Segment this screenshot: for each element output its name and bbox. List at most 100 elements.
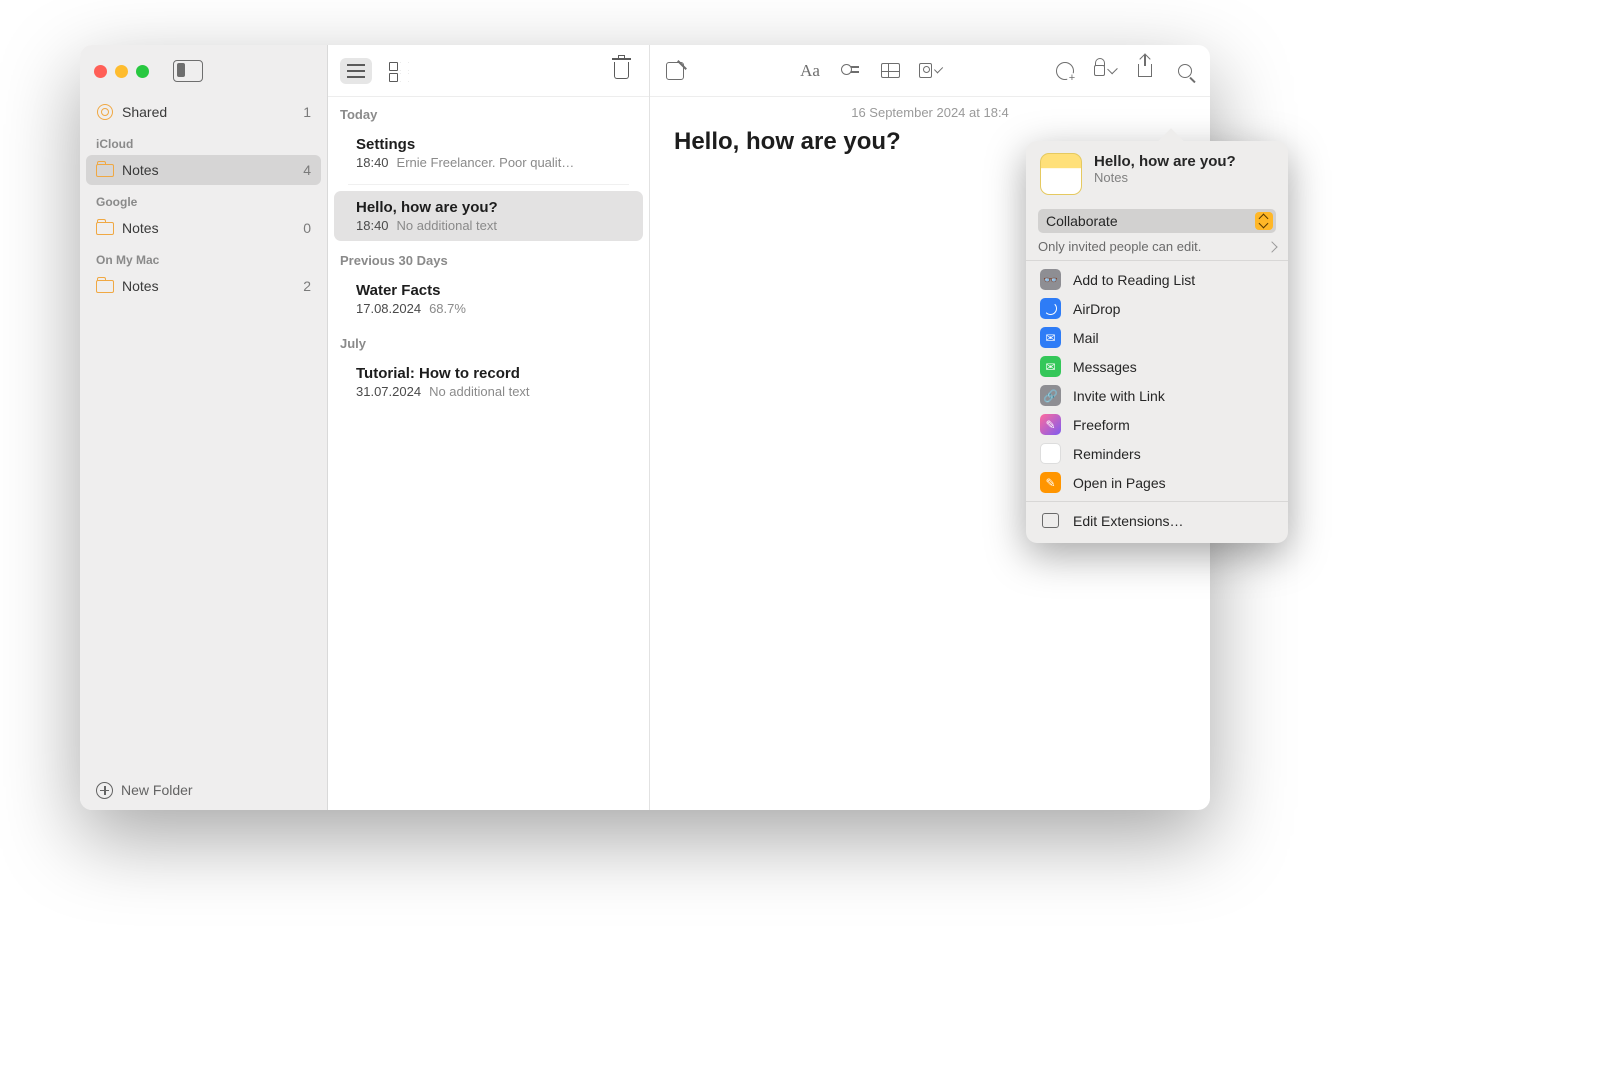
link-button[interactable] [1054, 60, 1076, 82]
sidebar-section-header: On My Mac [80, 243, 327, 271]
airdrop-icon [1040, 298, 1061, 319]
notelist-item-meta: 18:40No additional text [356, 218, 621, 233]
new-folder-button[interactable]: New Folder [80, 770, 327, 810]
collaborate-mode-select[interactable]: Collaborate [1038, 209, 1276, 233]
permissions-label: Only invited people can edit. [1038, 239, 1201, 254]
notelist-item[interactable]: Settings 18:40Ernie Freelancer. Poor qua… [334, 128, 643, 178]
grid-icon [389, 62, 407, 80]
trash-icon [614, 62, 629, 79]
sidebar-item-label: Notes [122, 220, 159, 236]
notelist-section-header: July [328, 326, 649, 355]
close-window-button[interactable] [94, 65, 107, 78]
notelist-item-meta: 18:40Ernie Freelancer. Poor qualit… [356, 155, 621, 170]
link-icon [1056, 62, 1074, 80]
delete-note-button[interactable] [605, 58, 637, 84]
sidebar-onmymac-notes[interactable]: Notes 2 [80, 271, 327, 301]
notes-window: Shared 1 iCloud Notes 4 Google Notes 0 O… [80, 45, 1210, 810]
freeform-icon: ✎ [1040, 414, 1061, 435]
link-icon: 🔗 [1040, 385, 1061, 406]
sidebar-item-count: 2 [303, 278, 311, 294]
share-mail[interactable]: ✉Mail [1026, 323, 1288, 352]
minimize-window-button[interactable] [115, 65, 128, 78]
share-invite-link[interactable]: 🔗Invite with Link [1026, 381, 1288, 410]
note-date: 16 September 2024 at 18:4 [650, 97, 1210, 124]
share-reminders[interactable]: ☰Reminders [1026, 439, 1288, 468]
notelist-item-title: Tutorial: How to record [356, 365, 621, 382]
media-button[interactable] [919, 60, 941, 82]
collaborate-mode-label: Collaborate [1046, 213, 1118, 229]
share-messages[interactable]: ✉Messages [1026, 352, 1288, 381]
folder-icon [96, 161, 114, 179]
share-freeform[interactable]: ✎Freeform [1026, 410, 1288, 439]
table-icon [881, 63, 900, 78]
notelist-item-meta: 17.08.202468.7% [356, 301, 621, 316]
sidebar-google-notes[interactable]: Notes 0 [80, 213, 327, 243]
view-grid-button[interactable] [382, 58, 414, 84]
edit-extensions[interactable]: Edit Extensions… [1026, 506, 1288, 535]
shared-icon [96, 103, 114, 121]
divider [1026, 260, 1288, 261]
share-button[interactable] [1134, 60, 1156, 82]
media-icon [919, 63, 932, 78]
sidebar-shared[interactable]: Shared 1 [80, 97, 327, 127]
divider [1026, 501, 1288, 502]
sidebar-item-label: Notes [122, 162, 159, 178]
sidebar-icloud-notes[interactable]: Notes 4 [86, 155, 321, 185]
share-reading-list[interactable]: 👓Add to Reading List [1026, 265, 1288, 294]
table-button[interactable] [879, 60, 901, 82]
compose-icon [666, 62, 684, 80]
checklist-icon [841, 64, 859, 78]
notes-app-icon [1040, 153, 1082, 195]
sidebar-item-count: 4 [303, 162, 311, 178]
notelist-item-title: Settings [356, 136, 621, 153]
notelist-item[interactable]: Tutorial: How to record 31.07.2024No add… [334, 357, 643, 407]
permissions-row[interactable]: Only invited people can edit. [1038, 239, 1276, 254]
updown-icon [1255, 212, 1273, 230]
sidebar-item-label: Notes [122, 278, 159, 294]
view-list-button[interactable] [340, 58, 372, 84]
sidebar: Shared 1 iCloud Notes 4 Google Notes 0 O… [80, 45, 328, 810]
checklist-button[interactable] [839, 60, 861, 82]
notelist-item[interactable]: Water Facts 17.08.202468.7% [334, 274, 643, 324]
sidebar-shared-count: 1 [303, 104, 311, 120]
popover-header: Hello, how are you? Notes [1026, 153, 1288, 205]
share-open-pages[interactable]: ✎Open in Pages [1026, 468, 1288, 497]
text-style-button[interactable]: Aa [799, 60, 821, 82]
notelist-section-header: Previous 30 Days [328, 243, 649, 272]
sidebar-item-count: 0 [303, 220, 311, 236]
chevron-right-icon [1266, 241, 1277, 252]
notelist-toolbar [328, 45, 649, 97]
folder-icon [96, 219, 114, 237]
notelist-section-header: Today [328, 97, 649, 126]
search-icon [1178, 64, 1192, 78]
lock-button[interactable] [1094, 60, 1116, 82]
reminders-icon: ☰ [1040, 443, 1061, 464]
share-popover: Hello, how are you? Notes Collaborate On… [1026, 141, 1288, 543]
sidebar-shared-label: Shared [122, 104, 167, 120]
notelist-item-meta: 31.07.2024No additional text [356, 384, 621, 399]
mail-icon: ✉ [1040, 327, 1061, 348]
plus-circle-icon [96, 782, 113, 799]
pages-icon: ✎ [1040, 472, 1061, 493]
notelist-item-selected[interactable]: Hello, how are you? 18:40No additional t… [334, 191, 643, 241]
sidebar-section-header: iCloud [80, 127, 327, 155]
divider [348, 184, 629, 185]
search-button[interactable] [1174, 60, 1196, 82]
list-icon [347, 64, 365, 78]
sidebar-titlebar [80, 45, 327, 97]
notelist-item-title: Hello, how are you? [356, 199, 621, 216]
note-list: Today Settings 18:40Ernie Freelancer. Po… [328, 45, 650, 810]
share-airdrop[interactable]: AirDrop [1026, 294, 1288, 323]
window-controls [94, 65, 149, 78]
zoom-window-button[interactable] [136, 65, 149, 78]
editor-toolbar: Aa [650, 45, 1210, 97]
sidebar-section-header: Google [80, 185, 327, 213]
reading-list-icon: 👓 [1040, 269, 1061, 290]
compose-button[interactable] [664, 60, 686, 82]
extensions-icon [1040, 510, 1061, 531]
messages-icon: ✉ [1040, 356, 1061, 377]
popover-subtitle: Notes [1094, 170, 1236, 185]
lock-icon [1094, 65, 1105, 76]
toggle-sidebar-button[interactable] [173, 60, 203, 82]
new-folder-label: New Folder [121, 782, 193, 798]
